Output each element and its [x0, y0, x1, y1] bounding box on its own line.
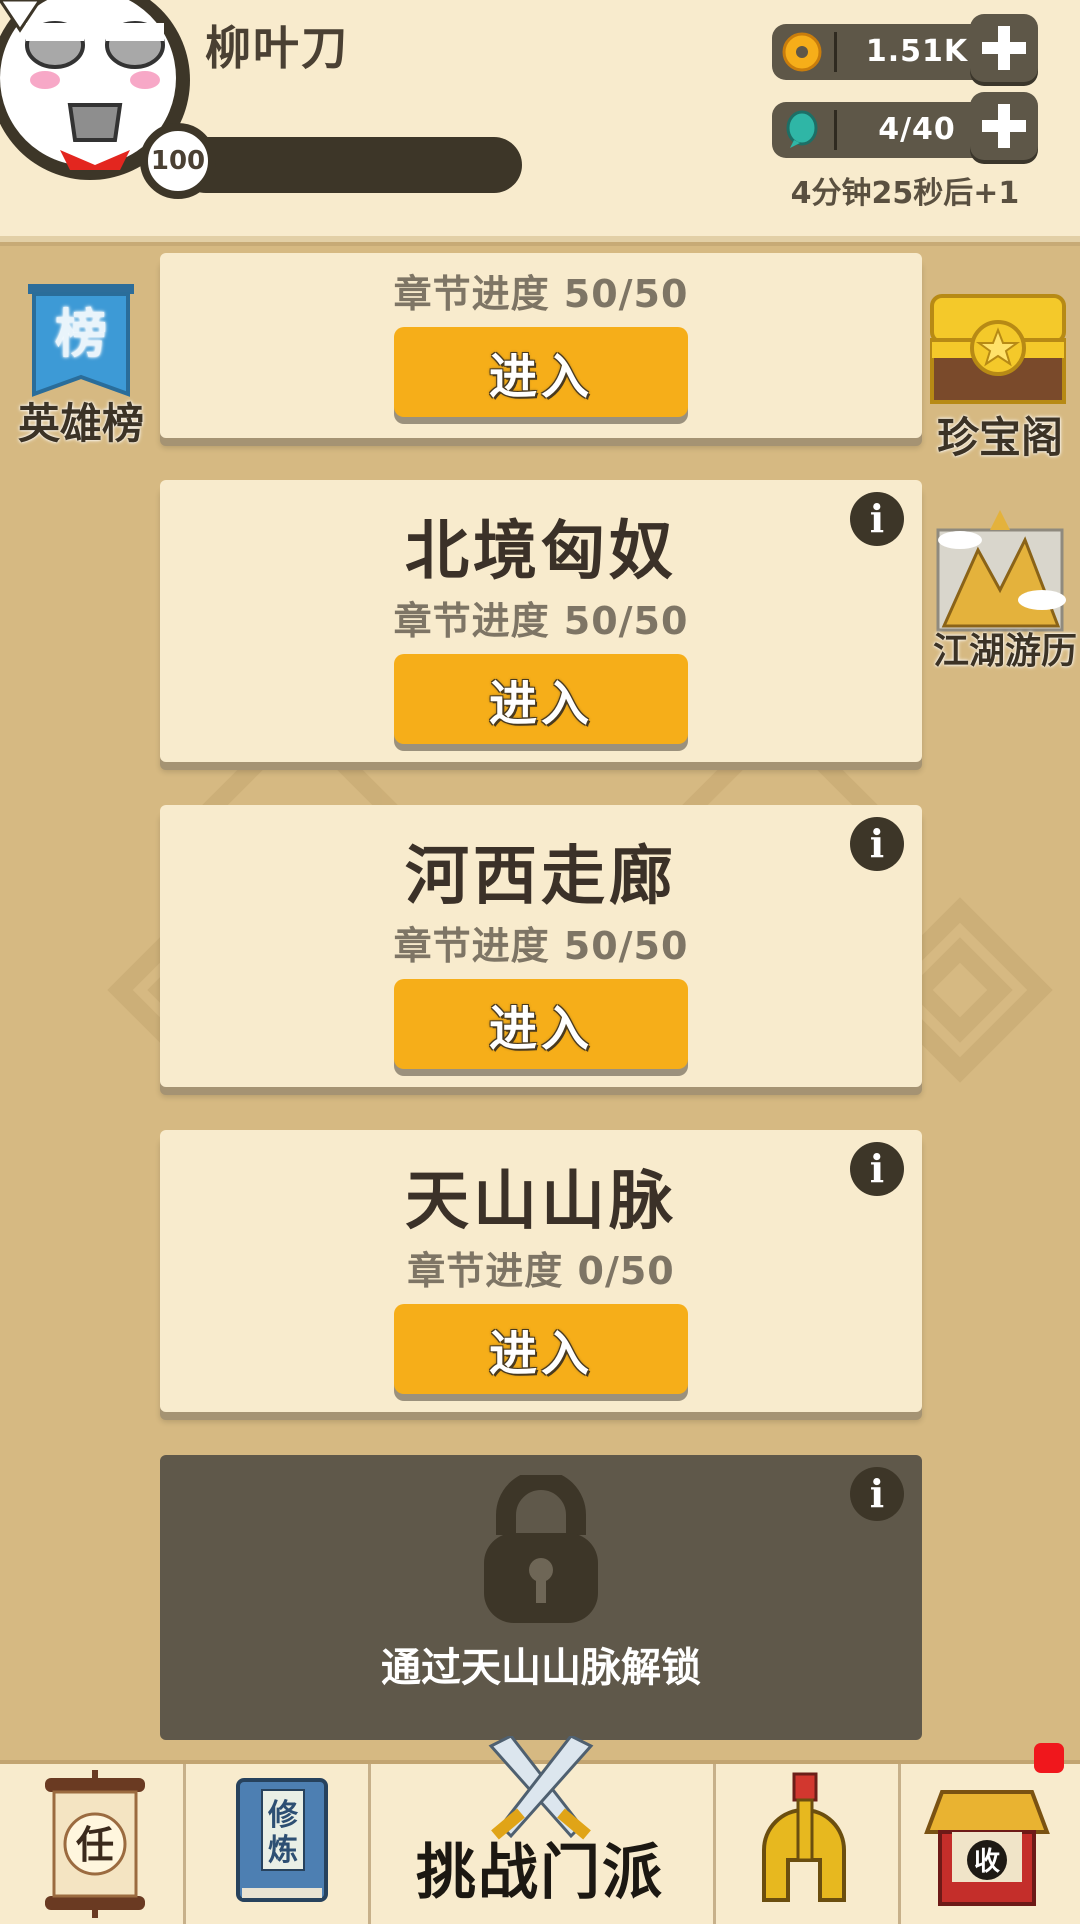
- unlock-requirement: 通过天山山脉解锁: [381, 1645, 701, 1691]
- chapter-progress: 章节进度 0/50: [407, 1249, 675, 1293]
- helmet-icon: [762, 1772, 846, 1902]
- chapter-progress: 章节进度 50/50: [393, 599, 689, 643]
- nav-equipment[interactable]: [754, 1770, 854, 1920]
- hero-rank-label: 英雄榜: [17, 399, 144, 448]
- chapter-title: 天山山脉: [405, 1165, 677, 1239]
- add-energy-button[interactable]: [970, 92, 1038, 160]
- mountain-scroll-icon: [936, 510, 1066, 632]
- wander-journey-label: 江湖游历: [932, 631, 1077, 672]
- training-glyph: 炼: [268, 1833, 298, 1868]
- notification-badge: [1034, 1743, 1064, 1773]
- energy-counter: 4/40: [772, 102, 994, 158]
- nav-challenge-sect[interactable]: 挑战门派: [370, 1736, 713, 1924]
- plus-icon: [982, 104, 1026, 148]
- training-book-icon: 修 炼: [236, 1778, 328, 1902]
- chapter-title: 河西走廊: [405, 840, 677, 914]
- nav-training[interactable]: 修 炼: [232, 1770, 332, 1920]
- nav-divider: [898, 1764, 901, 1924]
- coin-counter: 1.51K: [772, 24, 994, 80]
- top-bar: 柳叶刀 100 1.51K 4/40 4分钟25秒后+1: [0, 0, 1080, 242]
- enter-button[interactable]: 进入: [394, 654, 688, 744]
- plus-icon: [982, 26, 1026, 70]
- bottom-nav: 任 修 炼 挑战门派 收: [0, 1736, 1080, 1924]
- nav-divider: [713, 1764, 716, 1924]
- nav-tasks[interactable]: 任: [40, 1770, 150, 1920]
- level-progress-bar: [178, 137, 522, 193]
- level-badge: 100: [140, 123, 216, 199]
- training-glyph: 修: [267, 1798, 299, 1833]
- challenge-sect-label: 挑战门派: [416, 1838, 664, 1908]
- add-coins-button[interactable]: [970, 14, 1038, 82]
- info-icon[interactable]: i: [850, 1467, 904, 1521]
- enter-button[interactable]: 进入: [394, 979, 688, 1069]
- chapter-progress: 章节进度 50/50: [393, 924, 689, 968]
- locked-chapter-card[interactable]: i 通过天山山脉解锁: [160, 1455, 922, 1740]
- wander-journey-button[interactable]: 江湖游历: [930, 500, 1080, 674]
- task-glyph: 任: [76, 1823, 114, 1867]
- coin-icon: [782, 32, 822, 72]
- chapter-progress: 章节进度 50/50: [393, 272, 689, 316]
- chapter-card: i 北境匈奴 章节进度 50/50 进入: [160, 480, 922, 762]
- separator: [834, 32, 837, 72]
- treasure-chest-icon: [930, 294, 1066, 404]
- collect-glyph: 收: [974, 1847, 1000, 1877]
- lock-icon: [484, 1475, 598, 1623]
- chapter-card: i 河西走廊 章节进度 50/50 进入: [160, 805, 922, 1087]
- treasure-pavilion-label: 珍宝阁: [936, 413, 1063, 462]
- separator: [834, 110, 837, 150]
- hero-rank-button[interactable]: 榜 英雄榜: [6, 282, 156, 451]
- chapter-title: 北境匈奴: [405, 515, 677, 589]
- hero-rank-glyph: 榜: [55, 305, 107, 365]
- player-name: 柳叶刀: [205, 21, 349, 75]
- energy-timer: 4分钟25秒后+1: [790, 176, 1020, 211]
- task-scroll-icon: 任: [45, 1770, 145, 1918]
- enter-button[interactable]: 进入: [394, 327, 688, 417]
- shop-icon: 收: [924, 1790, 1050, 1906]
- enter-button[interactable]: 进入: [394, 1304, 688, 1394]
- hero-rank-banner-icon: 榜: [28, 284, 134, 397]
- treasure-pavilion-button[interactable]: 珍宝阁: [924, 290, 1076, 465]
- chapter-card: 章节进度 50/50 进入: [160, 253, 922, 438]
- nav-shop[interactable]: 收: [922, 1784, 1052, 1914]
- nav-divider: [183, 1764, 186, 1924]
- energy-gem-icon: [786, 110, 818, 148]
- chapter-card: i 天山山脉 章节进度 0/50 进入: [160, 1130, 922, 1412]
